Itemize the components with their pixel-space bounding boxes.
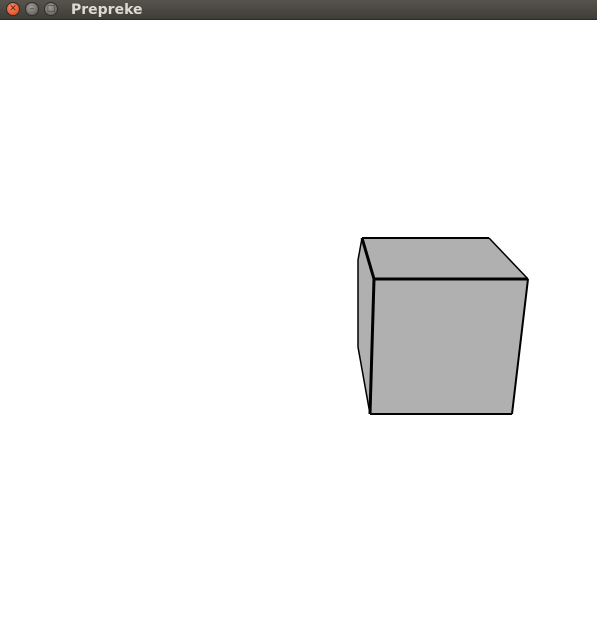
window-titlebar: ✕ – □ Prepreke xyxy=(0,0,597,20)
window-title: Prepreke xyxy=(71,2,143,18)
maximize-icon: □ xyxy=(46,3,56,14)
cube-front-face xyxy=(370,279,528,414)
render-canvas[interactable] xyxy=(0,20,597,620)
minimize-icon: – xyxy=(29,3,35,14)
close-button[interactable]: ✕ xyxy=(6,2,20,16)
maximize-button[interactable]: □ xyxy=(44,2,58,16)
minimize-button[interactable]: – xyxy=(25,2,39,16)
scene-svg xyxy=(357,237,529,415)
close-icon: ✕ xyxy=(9,3,17,14)
cube-top-face xyxy=(362,238,528,279)
